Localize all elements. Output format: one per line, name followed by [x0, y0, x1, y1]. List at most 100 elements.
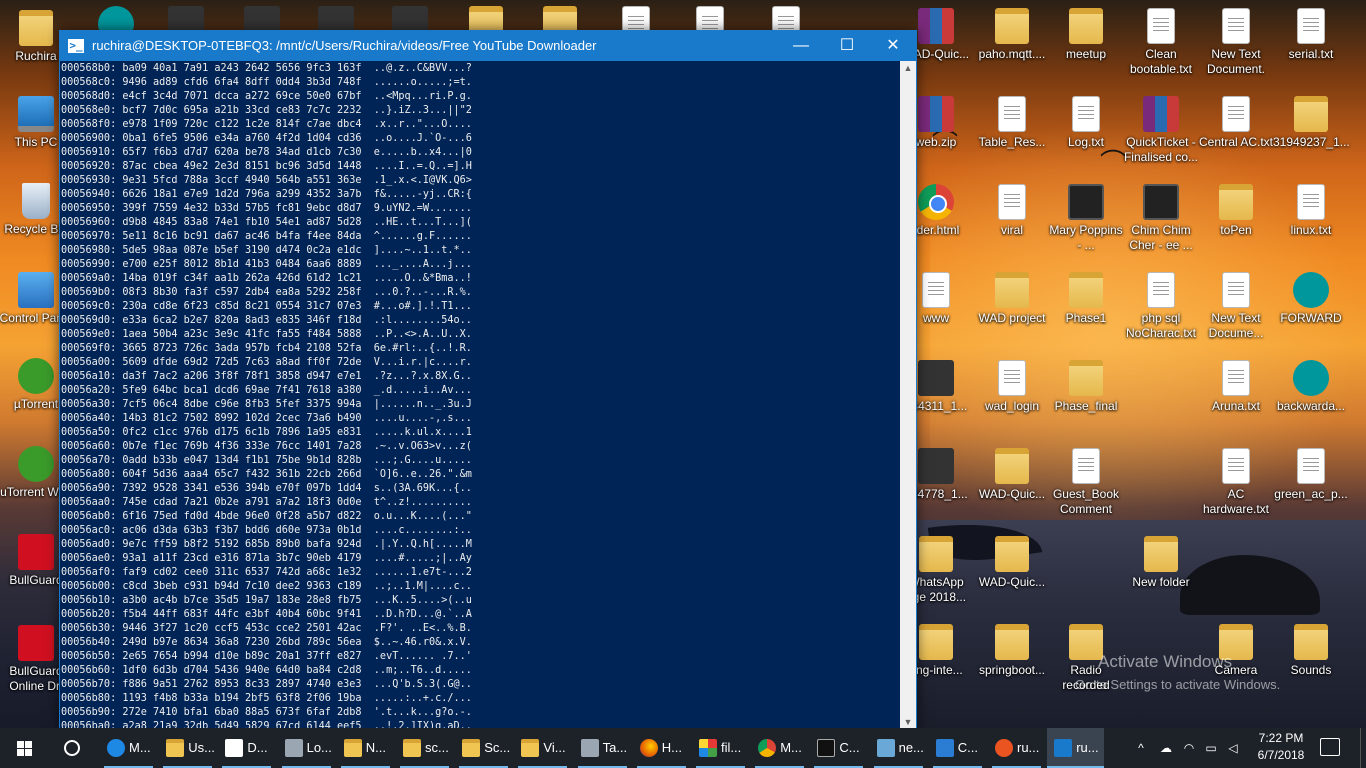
taskbar: M... Us... D... Lo... N... sc... Sc... Vi... Ta.…: [0, 728, 1366, 768]
clock-date: 6/7/2018: [1257, 748, 1305, 762]
taskbar-button[interactable]: Lo...: [278, 728, 335, 768]
video-icon: [1068, 184, 1104, 220]
taskbar-button[interactable]: fil...: [692, 728, 749, 768]
desktop-icon[interactable]: linux.txt: [1273, 184, 1349, 270]
desktop-icon-label: New folder: [1132, 575, 1190, 589]
desktop-icon[interactable]: Sounds: [1273, 624, 1349, 710]
vertical-scrollbar[interactable]: ▲ ▼: [900, 61, 916, 747]
desktop-icon[interactable]: wad_login: [974, 360, 1050, 446]
desktop-icon[interactable]: WAD project: [974, 272, 1050, 358]
desktop-icon-label: New Text Docume...: [1208, 311, 1264, 340]
taskbar-button[interactable]: ru...: [1047, 728, 1105, 768]
show-hidden-icons-button[interactable]: ^: [1130, 728, 1152, 768]
rar-icon: [1143, 96, 1179, 132]
desktop-icon[interactable]: New Text Document.: [1198, 8, 1274, 94]
desktop-icon-label: ring-inte...: [909, 663, 963, 677]
taskbar-button[interactable]: ru...: [988, 728, 1045, 768]
taskbar-button[interactable]: M...: [751, 728, 808, 768]
clock[interactable]: 7:22 PM 6/7/2018: [1248, 730, 1314, 764]
desktop-icon[interactable]: Guest_Book Comment: [1048, 448, 1124, 534]
powershell-icon[interactable]: >_: [68, 39, 84, 53]
taskbar-button[interactable]: H...: [633, 728, 690, 768]
clock-time: 7:22 PM: [1258, 731, 1304, 745]
desktop-icon[interactable]: WAD-Quic...: [974, 536, 1050, 622]
this-pc-icon: [18, 96, 54, 132]
terminal-output[interactable]: 000568b0: ba09 40a1 7a91 a243 2642 5656 …: [60, 61, 900, 729]
network-icon: [284, 739, 303, 757]
text-file-icon: [1147, 8, 1175, 44]
desktop-icon[interactable]: Log.txt: [1048, 96, 1124, 182]
onedrive-cloud-icon[interactable]: ☁: [1154, 728, 1178, 768]
desktop-icon[interactable]: springboot...: [974, 624, 1050, 710]
action-center-icon[interactable]: [1320, 738, 1340, 756]
folder-icon: [462, 739, 481, 757]
taskbar-button-label: Vi...: [543, 740, 566, 755]
desktop-icon[interactable]: Phase1: [1048, 272, 1124, 358]
taskbar-button[interactable]: M...: [100, 728, 157, 768]
taskbar-button[interactable]: sc...: [396, 728, 453, 768]
text-file-icon: [1222, 8, 1250, 44]
taskbar-button[interactable]: Ta...: [574, 728, 631, 768]
scroll-up-arrow-icon[interactable]: ▲: [903, 63, 913, 73]
desktop-icon[interactable]: Chim Chim Cher - ee ...: [1123, 184, 1199, 270]
arduino-icon: [1293, 272, 1329, 308]
volume-icon[interactable]: ◁: [1222, 728, 1244, 768]
desktop-icon[interactable]: serial.txt: [1273, 8, 1349, 94]
desktop-icon[interactable]: php sql NoCharac.txt: [1123, 272, 1199, 358]
window-titlebar[interactable]: >_ ruchira@DESKTOP-0TEBFQ3: /mnt/c/Users…: [60, 31, 916, 61]
taskbar-button[interactable]: Vi...: [514, 728, 571, 768]
battery-icon[interactable]: ▭: [1200, 728, 1222, 768]
desktop-icon-label: This PC: [14, 135, 58, 149]
desktop-icon[interactable]: paho.mqtt....: [974, 8, 1050, 94]
desktop-icon[interactable]: backwarda...: [1273, 360, 1349, 446]
folder-icon: [521, 739, 540, 757]
scroll-down-arrow-icon[interactable]: ▼: [903, 717, 913, 727]
desktop-icon-label: AC hardware.txt: [1202, 487, 1270, 516]
start-button[interactable]: [0, 728, 48, 768]
desktop-icon-label: serial.txt: [1288, 47, 1334, 61]
folder-icon: [1144, 536, 1178, 572]
desktop-icon[interactable]: green_ac_p...: [1273, 448, 1349, 534]
desktop-icon[interactable]: 31949237_1...: [1273, 96, 1350, 182]
desktop-icon[interactable]: Phase_final: [1048, 360, 1124, 446]
minimize-button[interactable]: —: [778, 31, 824, 61]
taskbar-button[interactable]: C...: [810, 728, 867, 768]
cortana-search-button[interactable]: [48, 728, 96, 768]
recycle-bin-icon: [22, 183, 50, 219]
desktop-icon[interactable]: AC hardware.txt: [1198, 448, 1274, 534]
desktop-icon[interactable]: WAD-Quic...: [974, 448, 1050, 534]
taskbar-button[interactable]: D...: [218, 728, 275, 768]
desktop-icon[interactable]: Aruna.txt: [1198, 360, 1274, 446]
desktop-icon-label: Ruchira: [15, 49, 57, 63]
desktop-icon[interactable]: viral: [974, 184, 1050, 270]
desktop-icon[interactable]: New folder: [1123, 536, 1199, 622]
desktop-icon-label: springboot...: [978, 663, 1046, 677]
desktop-icon-label: rder.html: [912, 223, 960, 237]
powershell-window[interactable]: >_ ruchira@DESKTOP-0TEBFQ3: /mnt/c/Users…: [59, 30, 917, 747]
activate-windows-subtitle: Go to Settings to activate Windows.: [1075, 677, 1281, 692]
taskbar-button[interactable]: Sc...: [455, 728, 512, 768]
taskbar-button[interactable]: C...: [929, 728, 986, 768]
desktop-icon[interactable]: Central AC.txt: [1198, 96, 1274, 182]
maximize-button[interactable]: ☐: [824, 31, 870, 61]
folder-icon: [1069, 8, 1103, 44]
wifi-icon[interactable]: ◠: [1178, 728, 1200, 768]
taskbar-button[interactable]: ne...: [870, 728, 927, 768]
show-desktop-button[interactable]: [1360, 728, 1366, 768]
desktop-icon[interactable]: New Text Docume...: [1198, 272, 1274, 358]
image-icon: [1294, 96, 1328, 132]
desktop-icon[interactable]: Mary Poppins - ...: [1048, 184, 1124, 270]
close-button[interactable]: ✕: [870, 31, 916, 61]
folder-icon: [995, 8, 1029, 44]
hexdump-text[interactable]: 000568b0: ba09 40a1 7a91 a243 2642 5656 …: [61, 62, 900, 729]
taskbar-button[interactable]: N...: [337, 728, 394, 768]
desktop-icon-label: paho.mqtt....: [978, 47, 1046, 61]
desktop-icon[interactable]: Table_Res...: [974, 96, 1050, 182]
taskbar-button-label: C...: [839, 740, 860, 755]
desktop-icon[interactable]: QuickTicket - Finalised co...: [1123, 96, 1199, 182]
desktop-icon[interactable]: Clean bootable.txt: [1123, 8, 1199, 94]
desktop-icon[interactable]: toPen: [1198, 184, 1274, 270]
desktop-icon[interactable]: FORWARD: [1273, 272, 1349, 358]
desktop-icon[interactable]: meetup: [1048, 8, 1124, 94]
taskbar-button[interactable]: Us...: [159, 728, 216, 768]
